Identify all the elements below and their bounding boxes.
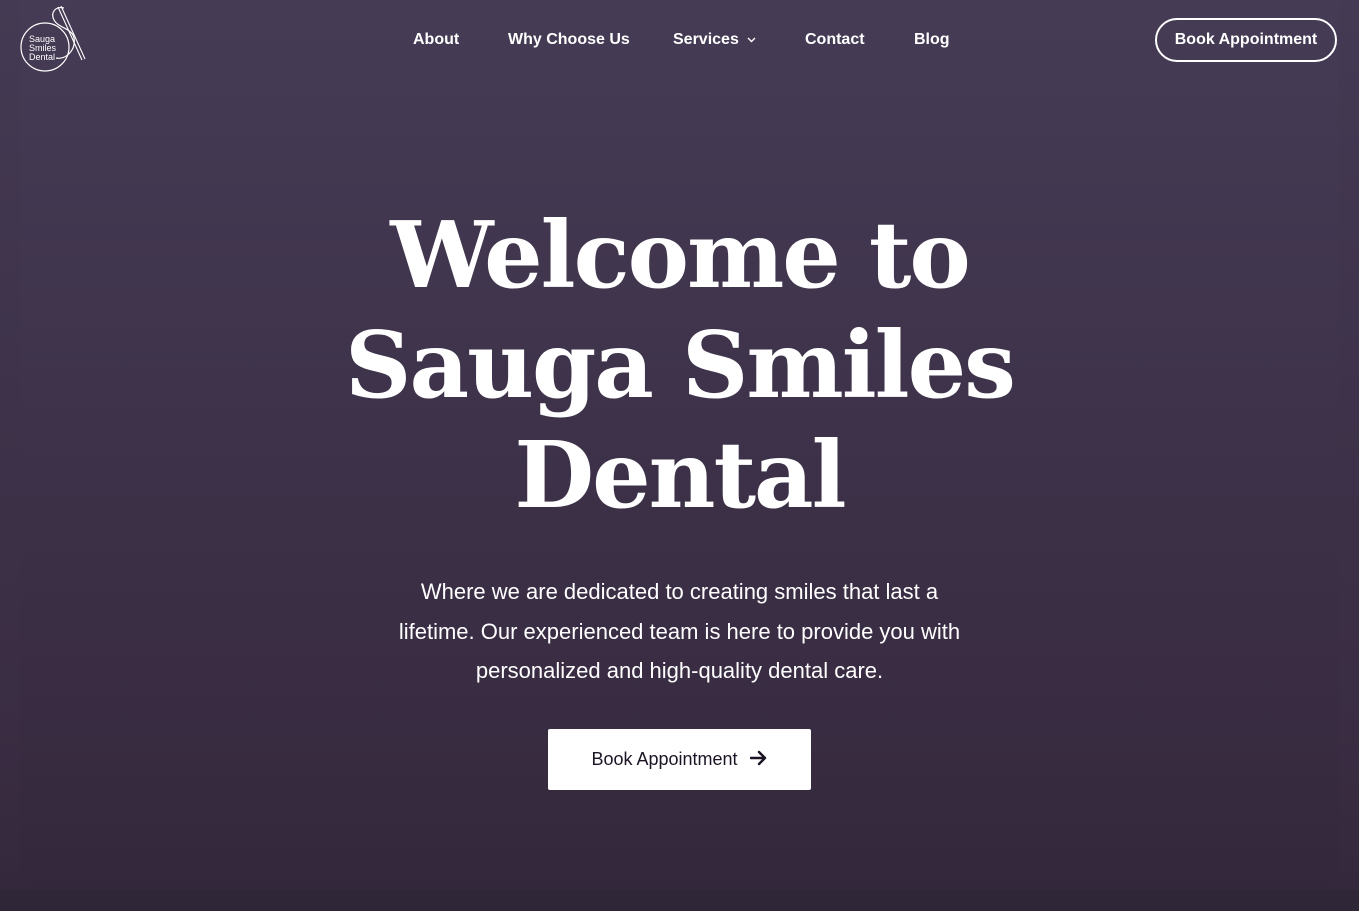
nav-link-about[interactable]: About	[413, 28, 459, 52]
hero-title-line-3: Dental	[514, 421, 846, 529]
hero-title-line-2: Sauga Smiles	[345, 311, 1016, 419]
chevron-down-icon	[747, 37, 756, 43]
hero-description: Where we are dedicated to creating smile…	[0, 572, 1359, 691]
hero-description-line-1: Where we are dedicated to creating smile…	[420, 579, 939, 604]
arrow-right-icon	[749, 751, 766, 766]
hero-description-line-2: lifetime. Our experienced team is here t…	[398, 618, 961, 644]
nav-link-why-choose-us[interactable]: Why Choose Us	[508, 28, 630, 52]
page: Sauga Smiles Dental About Why Choose Us …	[0, 0, 1359, 911]
nav-link-services-label: Services	[673, 31, 739, 48]
hero-title-line-1: Welcome to	[390, 201, 970, 309]
logo-text-line-3: Dental	[29, 52, 55, 62]
page-bottom-strip	[0, 890, 1359, 911]
nav-link-services[interactable]: Services	[673, 28, 756, 52]
nav-link-blog[interactable]: Blog	[914, 28, 950, 52]
nav-link-contact[interactable]: Contact	[805, 28, 865, 52]
header-book-appointment-button[interactable]: Book Appointment	[1155, 18, 1337, 62]
hero-cta-label: Book Appointment	[591, 749, 738, 769]
hero-title: Welcome to Sauga Smiles Dental	[0, 200, 1359, 530]
hero-description-line-3: personalized and high-quality dental car…	[475, 658, 884, 683]
hero-book-appointment-button[interactable]: Book Appointment	[548, 729, 811, 790]
